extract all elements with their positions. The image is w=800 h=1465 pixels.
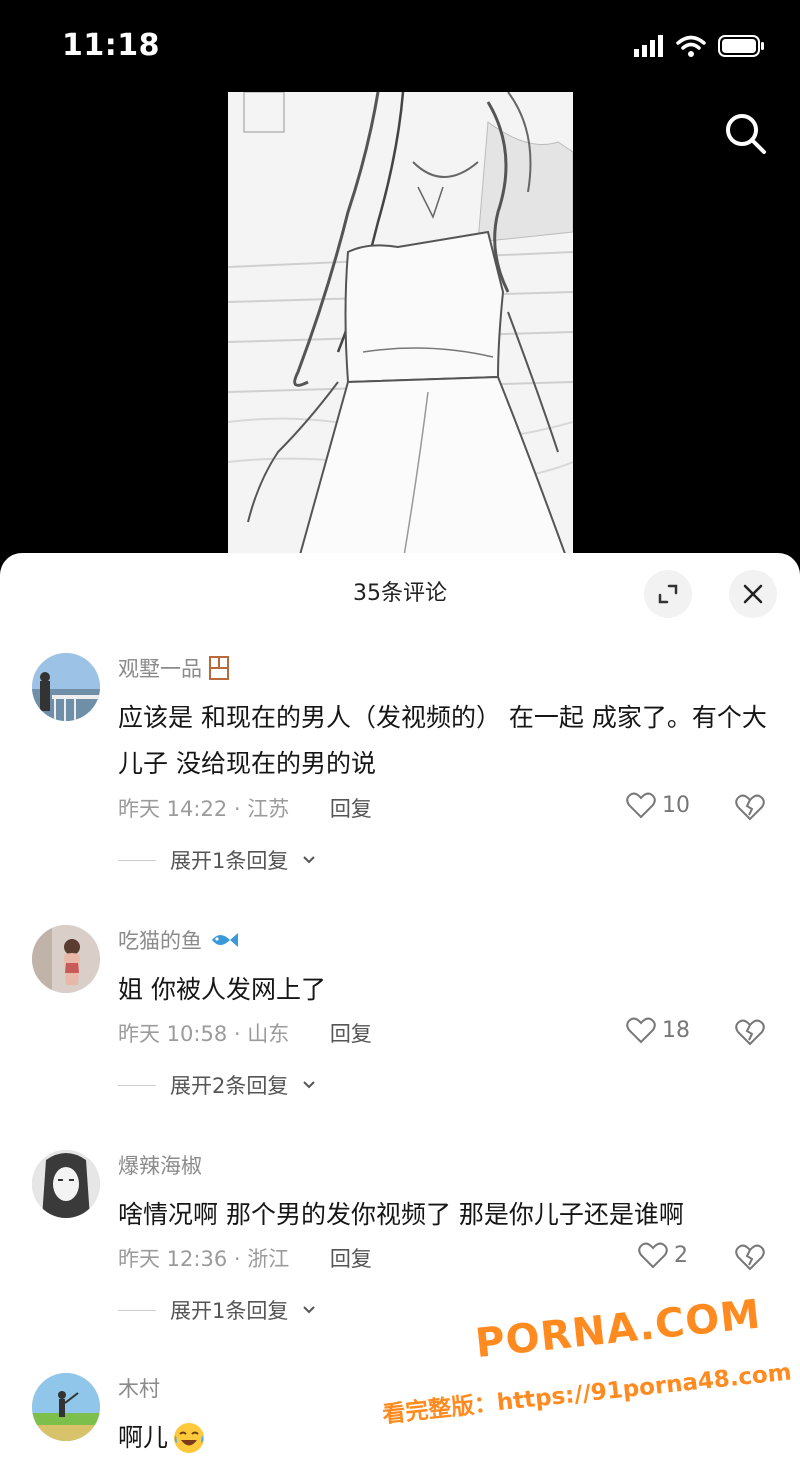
video-frame[interactable]	[228, 92, 573, 562]
search-button[interactable]	[722, 110, 770, 158]
comment-time-location: 昨天 14:22 · 江苏	[118, 797, 290, 821]
chevron-down-icon	[303, 1081, 316, 1089]
avatar[interactable]	[32, 1150, 100, 1218]
broken-heart-icon	[735, 1244, 765, 1271]
heart-icon	[638, 1242, 668, 1269]
avatar-image	[32, 653, 100, 721]
comments-panel: 35条评论 观墅一品 应该是 和现在的男人（发视频的） 在一起 成家了。有个大儿…	[0, 553, 800, 1465]
status-time: 11:18	[62, 28, 160, 63]
fish-icon	[212, 933, 238, 947]
close-icon	[743, 584, 763, 604]
window-icon	[209, 656, 229, 680]
avatar[interactable]	[32, 925, 100, 993]
wifi-icon	[676, 35, 706, 57]
comment-item: 观墅一品 应该是 和现在的男人（发视频的） 在一起 成家了。有个大儿子 没给现在…	[0, 653, 800, 893]
heart-icon	[626, 792, 656, 819]
reply-button[interactable]: 回复	[330, 1022, 372, 1046]
expand-replies-button[interactable]: 展开2条回复	[118, 1070, 316, 1100]
comment-time-location: 昨天 10:58 · 山东	[118, 1022, 290, 1046]
comment-username[interactable]: 爆辣海椒	[118, 1150, 202, 1180]
battery-icon	[718, 35, 764, 57]
like-button[interactable]: 18	[626, 1016, 690, 1044]
status-icons	[634, 34, 766, 58]
expand-icon	[658, 584, 678, 604]
comment-username[interactable]: 木村	[118, 1373, 160, 1403]
like-count: 2	[674, 1242, 688, 1268]
comment-time-location: 昨天 12:36 · 浙江	[118, 1247, 290, 1271]
avatar-image	[32, 925, 100, 993]
status-bar: 11:18	[0, 0, 800, 96]
chevron-down-icon	[303, 1306, 316, 1314]
close-panel-button[interactable]	[729, 570, 777, 618]
comment-item: 吃猫的鱼 姐 你被人发网上了 昨天 10:58 · 山东 回复 18 展开2条回…	[0, 925, 800, 1125]
avatar[interactable]	[32, 653, 100, 721]
comment-meta: 昨天 10:58 · 山东 回复	[118, 1018, 372, 1048]
comment-text[interactable]: 姐 你被人发网上了	[118, 967, 778, 1013]
heart-icon	[626, 1017, 656, 1044]
broken-heart-icon	[735, 794, 765, 821]
dislike-button[interactable]	[735, 1243, 765, 1275]
dislike-button[interactable]	[735, 793, 765, 825]
avatar-image	[32, 1150, 100, 1218]
comment-text[interactable]: 啥情况啊 那个男的发你视频了 那是你儿子还是谁啊	[118, 1192, 778, 1238]
comment-meta: 昨天 14:22 · 江苏 回复	[118, 793, 372, 823]
comment-text[interactable]: 应该是 和现在的男人（发视频的） 在一起 成家了。有个大儿子 没给现在的男的说	[118, 695, 778, 787]
divider-line	[118, 1309, 156, 1311]
avatar-image	[32, 1373, 100, 1441]
expand-panel-button[interactable]	[644, 570, 692, 618]
like-button[interactable]: 2	[638, 1241, 688, 1269]
comment-username[interactable]: 吃猫的鱼	[118, 925, 240, 955]
crying-laughing-emoji-icon	[174, 1423, 205, 1453]
watermark-url: 看完整版：https://91porna48.com	[381, 1359, 793, 1429]
like-count: 10	[662, 792, 690, 818]
divider-line	[118, 1084, 156, 1086]
signal-icon	[634, 35, 663, 57]
search-icon	[726, 114, 766, 154]
sketch-illustration	[228, 92, 573, 562]
reply-button[interactable]: 回复	[330, 1247, 372, 1271]
dislike-button[interactable]	[735, 1018, 765, 1050]
comment-username[interactable]: 观墅一品	[118, 653, 230, 683]
expand-replies-button[interactable]: 展开1条回复	[118, 845, 316, 875]
like-count: 18	[662, 1017, 690, 1043]
comment-meta: 昨天 12:36 · 浙江 回复	[118, 1243, 372, 1273]
chevron-down-icon	[303, 856, 316, 864]
reply-button[interactable]: 回复	[330, 797, 372, 821]
broken-heart-icon	[735, 1019, 765, 1046]
divider-line	[118, 859, 156, 861]
avatar[interactable]	[32, 1373, 100, 1441]
expand-replies-button[interactable]: 展开1条回复	[118, 1295, 316, 1325]
like-button[interactable]: 10	[626, 791, 690, 819]
